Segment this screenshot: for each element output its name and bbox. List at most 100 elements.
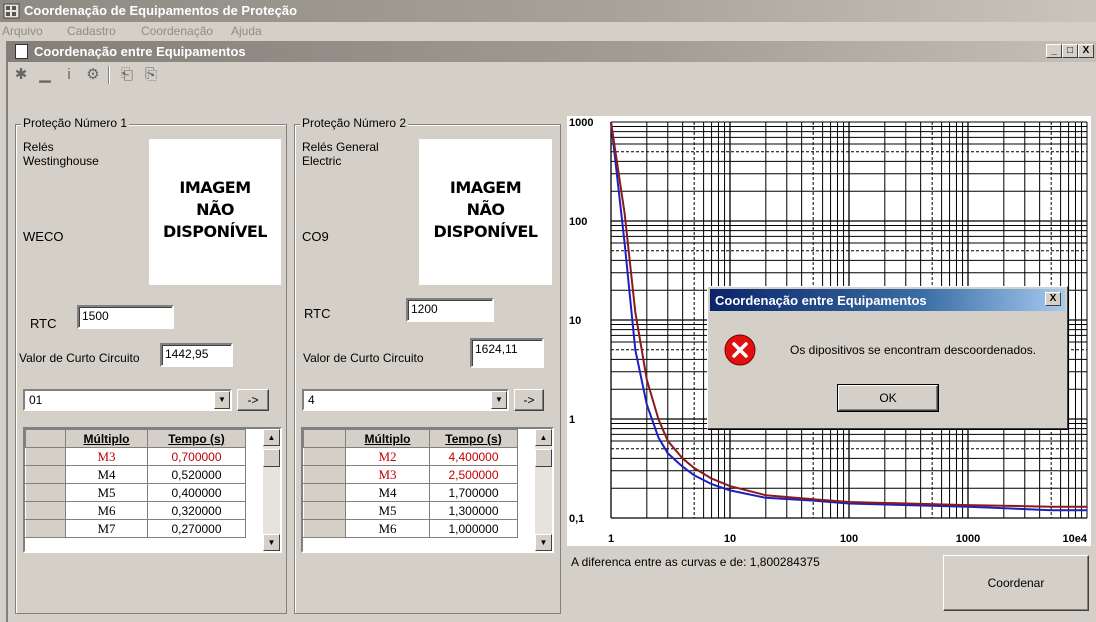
toolbar-separator (108, 66, 110, 84)
info-icon[interactable]: i (58, 65, 80, 85)
cell-multiplo: M6 (345, 519, 430, 538)
new-icon[interactable]: ✱ (10, 65, 32, 85)
cell-tempo: 1,700000 (429, 483, 518, 502)
protection-2-model: CO9 (302, 229, 329, 244)
app-titlebar: Coordenação de Equipamentos de Proteção (0, 0, 1096, 22)
menu-ajuda[interactable]: Ajuda (231, 24, 262, 38)
dialog-titlebar: Coordenação entre Equipamentos X (710, 289, 1065, 311)
protection-2-rtc-input[interactable]: 1200 (406, 298, 494, 322)
table-row[interactable]: M2 4,400000 (303, 447, 518, 466)
protection-2-table[interactable]: Múltiplo Tempo (s) M2 4,400000 M3 2,500000… (301, 427, 554, 553)
protection-1-model: WECO (23, 229, 64, 244)
minimize-button[interactable]: _ (1046, 44, 1062, 58)
protection-1-legend: Proteção Número 1 (21, 116, 130, 130)
cell-multiplo: M4 (345, 483, 430, 502)
cell-tempo: 4,400000 (429, 447, 518, 466)
app-title: Coordenação de Equipamentos de Proteção (24, 3, 298, 18)
chart-icon[interactable]: ▁ (34, 65, 56, 85)
protection-1-combo[interactable]: 01 ▼ (23, 389, 232, 411)
dialog-ok-button[interactable]: OK (837, 384, 939, 412)
cell-tempo: 0,700000 (147, 447, 246, 466)
curve-difference-text: A diferenca entre as curvas e de: 1,8002… (571, 555, 820, 569)
y-tick-label: 100 (569, 216, 587, 228)
settings-icon[interactable]: ⚙ (82, 65, 104, 85)
cell-tempo: 1,300000 (429, 501, 518, 520)
protection-2-combo[interactable]: 4 ▼ (302, 389, 509, 411)
protection-1-table[interactable]: Múltiplo Tempo (s) M3 0,700000 M4 0,520000… (23, 427, 282, 553)
cell-multiplo: M4 (65, 465, 148, 484)
save-icon[interactable]: ⎘ (140, 65, 162, 85)
dialog-title: Coordenação entre Equipamentos (715, 293, 927, 308)
protection-2-scrollbar[interactable]: ▲ ▼ (535, 429, 552, 551)
chevron-down-icon[interactable]: ▼ (214, 391, 230, 409)
protection-2-manufacturer: Relés General Electric (302, 140, 379, 168)
image-placeholder-line1: IMAGEM (449, 178, 522, 197)
chevron-down-icon[interactable]: ▼ (491, 391, 507, 409)
table-row[interactable]: M5 1,300000 (303, 501, 518, 520)
menu-cadastro[interactable]: Cadastro (67, 24, 116, 38)
cell-tempo: 0,320000 (147, 501, 246, 520)
protection-1-short-circuit-input[interactable]: 1442,95 (160, 343, 233, 367)
table-row[interactable]: M6 0,320000 (25, 501, 246, 520)
cell-tempo: 0,270000 (147, 519, 246, 538)
table-row[interactable]: M3 0,700000 (25, 447, 246, 466)
y-tick-label: 0,1 (569, 513, 584, 525)
app-icon (3, 3, 20, 19)
protection-2-go-button[interactable]: -> (514, 389, 544, 411)
x-tick-label: 10 (724, 533, 736, 545)
dialog-close-button[interactable]: X (1045, 292, 1061, 306)
dialog-message: Os dipositivos se encontram descoordenad… (790, 343, 1037, 357)
table-row[interactable]: M5 0,400000 (25, 483, 246, 502)
protection-1-manufacturer: Relés Westinghouse (23, 140, 99, 168)
col-header-multiplo[interactable]: Múltiplo (345, 429, 430, 448)
row-header-corner (25, 429, 66, 448)
protection-2-combo-value: 4 (308, 393, 315, 407)
scroll-thumb[interactable] (535, 449, 552, 467)
menu-coordenacao[interactable]: Coordenação (141, 24, 213, 38)
menu-arquivo[interactable]: Arquivo (2, 24, 43, 38)
table-row[interactable]: M4 0,520000 (25, 465, 246, 484)
col-header-tempo[interactable]: Tempo (s) (147, 429, 246, 448)
x-tick-label: 10e4 (1063, 533, 1088, 545)
open-icon[interactable]: ⎗ (116, 65, 138, 85)
protection-1-short-circuit-label: Valor de Curto Circuito (19, 351, 140, 365)
cell-tempo: 1,000000 (429, 519, 518, 538)
cell-multiplo: M7 (65, 519, 148, 538)
cell-multiplo: M5 (345, 501, 430, 520)
table-row[interactable]: M4 1,700000 (303, 483, 518, 502)
table-row[interactable]: M7 0,270000 (25, 519, 246, 538)
scroll-thumb[interactable] (263, 449, 280, 467)
protection-2-image: IMAGEM NÃO DISPONÍVEL (419, 139, 552, 285)
image-placeholder-line2: NÃO DISPONÍVEL (433, 200, 538, 241)
child-title: Coordenação entre Equipamentos (34, 44, 246, 59)
error-icon (724, 334, 756, 366)
protection-2-legend: Proteção Número 2 (300, 116, 409, 130)
close-button[interactable]: X (1078, 44, 1094, 58)
image-placeholder-line2: NÃO DISPONÍVEL (163, 200, 267, 241)
protection-2-rtc-label: RTC (304, 306, 331, 321)
toolbar: ✱ ▁ i ⚙ ⎗ ⎘ (8, 63, 1096, 89)
protection-1-rtc-input[interactable]: 1500 (77, 305, 174, 329)
table-row[interactable]: M6 1,000000 (303, 519, 518, 538)
scroll-up-icon[interactable]: ▲ (535, 429, 552, 446)
child-titlebar: Coordenação entre Equipamentos _ □ X (6, 41, 1096, 62)
cell-tempo: 0,520000 (147, 465, 246, 484)
protection-1-scrollbar[interactable]: ▲ ▼ (263, 429, 280, 551)
y-tick-label: 1000 (569, 117, 593, 129)
error-dialog: Coordenação entre Equipamentos X Os dipo… (707, 286, 1068, 429)
scroll-down-icon[interactable]: ▼ (263, 534, 280, 551)
protection-1-go-button[interactable]: -> (237, 389, 269, 411)
col-header-tempo[interactable]: Tempo (s) (429, 429, 518, 448)
image-placeholder-line1: IMAGEM (179, 178, 251, 197)
scroll-down-icon[interactable]: ▼ (535, 534, 552, 551)
col-header-multiplo[interactable]: Múltiplo (65, 429, 148, 448)
table-row[interactable]: M3 2,500000 (303, 465, 518, 484)
cell-tempo: 0,400000 (147, 483, 246, 502)
coordinate-button[interactable]: Coordenar (943, 555, 1089, 611)
cell-multiplo: M6 (65, 501, 148, 520)
scroll-up-icon[interactable]: ▲ (263, 429, 280, 446)
protection-2-short-circuit-input[interactable]: 1624,11 (470, 338, 544, 368)
protection-1-combo-value: 01 (29, 393, 43, 407)
x-tick-label: 100 (840, 533, 858, 545)
maximize-button[interactable]: □ (1062, 44, 1078, 58)
